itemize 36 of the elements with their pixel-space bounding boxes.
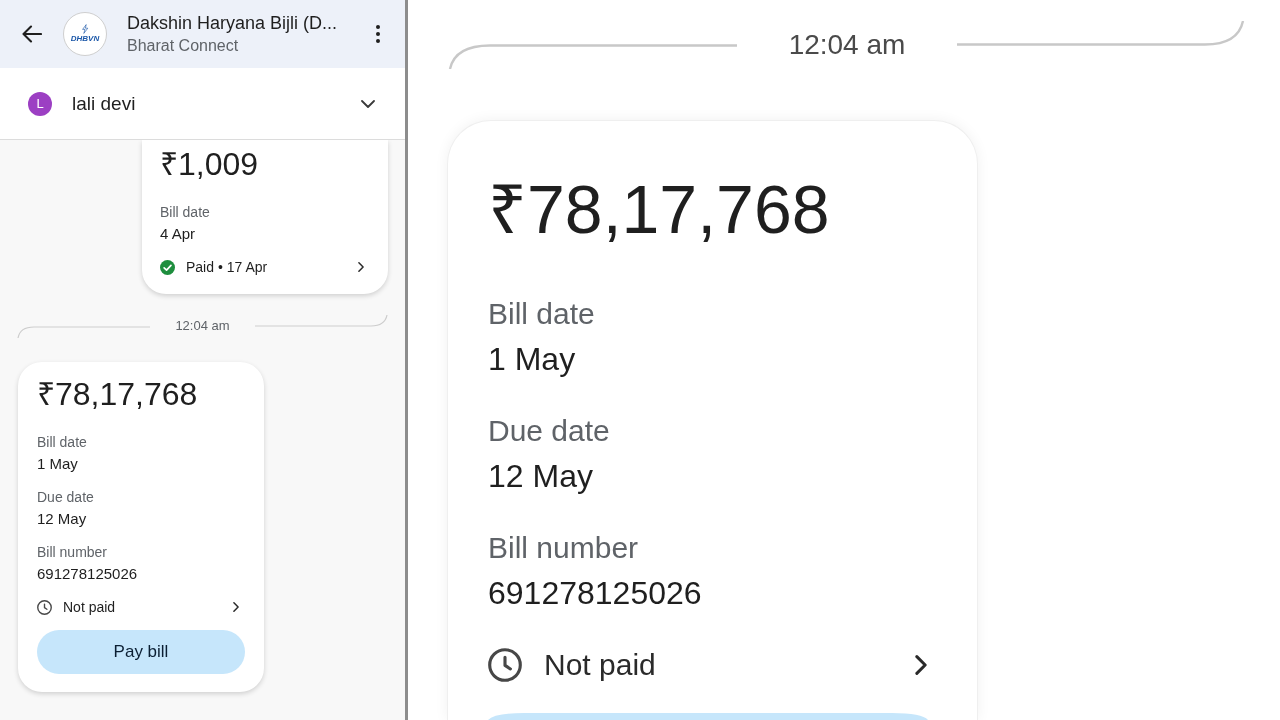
account-name: lali devi [72,91,136,116]
field-value: 12 May [37,509,87,529]
field-label: Due date [488,413,610,449]
biller-subtitle: Bharat Connect [127,36,240,56]
field-value: 691278125026 [37,564,138,584]
bill-amount: ₹78,17,768 [488,175,831,243]
account-selector[interactable]: L lali devi [0,68,405,140]
timestamp: 12:04 am [788,28,906,62]
field-label: Bill number [37,543,108,561]
field-label: Due date [37,488,94,506]
back-arrow-icon[interactable] [22,25,42,43]
field-value: 691278125026 [488,574,702,613]
field-value: 1 May [488,340,576,379]
chevron-right-icon[interactable] [915,655,927,675]
field-value: 1 May [37,454,78,474]
field-label: Bill date [160,203,210,221]
status-text: Paid • 17 Apr [186,258,268,277]
field-label: Bill date [37,433,87,451]
field-value: 4 Apr [160,224,196,244]
bill-amount: ₹1,009 [160,148,260,180]
biller-name: Dakshin Haryana Bijli (D... [127,12,338,34]
chevron-right-icon[interactable] [233,602,239,612]
field-label: Bill number [488,530,639,566]
chevron-right-icon[interactable] [358,262,364,272]
status-text: Not paid [544,647,656,683]
account-avatar: L [28,91,52,116]
timestamp: 12:04 am [175,318,230,334]
logo-text: DHBVN [70,34,100,44]
field-value: 12 May [488,457,593,496]
lightning-icon [81,24,89,34]
more-menu-icon[interactable] [376,25,380,43]
field-label: Bill date [488,296,595,332]
chevron-down-icon[interactable] [361,99,375,108]
status-text: Not paid [63,598,116,617]
bill-amount: ₹78,17,768 [37,378,199,410]
pay-bill-button[interactable]: Pay bill [37,630,245,674]
